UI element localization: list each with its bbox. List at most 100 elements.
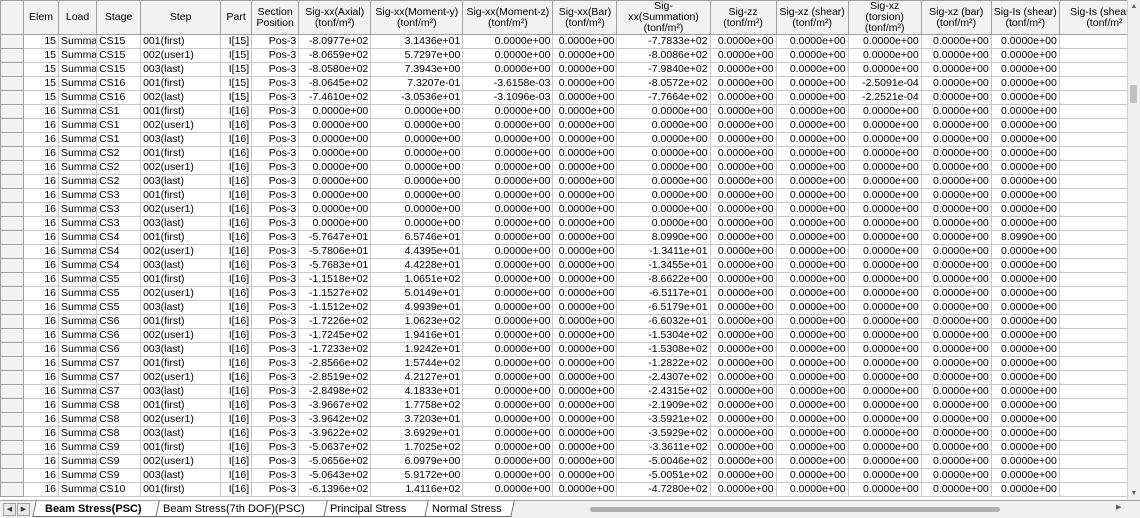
cell-elem[interactable]: 16 [23,384,60,399]
cell-sig-xz-shear[interactable]: 0.0000e+00 [775,62,849,77]
cell-section-position[interactable]: Pos-3 [251,440,300,455]
table-row[interactable]: 16 Summa CS6 002(user1) I[16] Pos-3 -1.7245e+0… [0,328,1127,343]
tab-prev-icon[interactable]: ◀ [3,503,16,516]
cell-sig-is-shear[interactable]: 0.0000e+00 [990,244,1060,259]
cell-elem[interactable]: 16 [23,314,60,329]
cell-sig-xz-torsion[interactable]: 0.0000e+00 [847,104,922,119]
cell-sig-zz[interactable]: 0.0000e+00 [709,440,777,455]
cell-section-position[interactable]: Pos-3 [251,244,300,259]
cell-sig-moment-y[interactable]: 3.7203e+01 [370,412,464,427]
cell-section-position[interactable]: Pos-3 [251,62,300,77]
cell-sig-is-shear-t[interactable]: 0.00 [1058,104,1127,119]
cell-sig-xz-torsion[interactable]: 0.0000e+00 [847,286,922,301]
cell-sig-moment-y[interactable]: 7.3207e-01 [370,76,464,91]
cell-part[interactable]: I[16] [220,146,253,161]
cell-sig-bar[interactable]: 0.0000e+00 [552,384,618,399]
cell-sig-summation[interactable]: 8.0990e+00 [616,230,711,245]
cell-sig-xz-torsion[interactable]: 0.0000e+00 [847,314,922,329]
cell-sig-is-shear-t[interactable]: 0.00 [1058,48,1127,63]
cell-sig-moment-y[interactable]: 3.6929e+01 [370,426,464,441]
cell-sig-xz-shear[interactable]: 0.0000e+00 [775,398,849,413]
cell-sig-is-shear-t[interactable]: 0.00 [1058,118,1127,133]
table-row[interactable]: 16 Summa CS5 001(first) I[16] Pos-3 -1.1518e+0… [0,272,1127,287]
cell-sig-summation[interactable]: -2.1909e+02 [616,398,711,413]
table-row[interactable]: 16 Summa CS4 001(first) I[16] Pos-3 -5.7647e+0… [0,230,1127,245]
cell-stage[interactable]: CS4 [96,244,142,259]
cell-sig-is-shear-t[interactable]: 0.00 [1058,216,1127,231]
column-header-part[interactable]: Part [220,0,253,35]
table-row[interactable]: 16 Summa CS9 002(user1) I[16] Pos-3 -5.0656e+0… [0,454,1127,469]
cell-sig-zz[interactable]: 0.0000e+00 [709,454,777,469]
cell-load[interactable]: Summa [58,244,98,259]
cell-sig-zz[interactable]: 0.0000e+00 [709,272,777,287]
cell-sig-moment-y[interactable]: 0.0000e+00 [370,188,464,203]
cell-part[interactable]: I[16] [220,384,253,399]
cell-sig-bar[interactable]: 0.0000e+00 [552,48,618,63]
cell-section-position[interactable]: Pos-3 [251,146,300,161]
cell-stage[interactable]: CS5 [96,272,142,287]
cell-stage[interactable]: CS7 [96,370,142,385]
cell-sig-moment-z[interactable]: 0.0000e+00 [462,202,554,217]
cell-elem[interactable]: 16 [23,188,60,203]
cell-step[interactable]: 003(last) [140,384,222,399]
cell-sig-xz-bar[interactable]: 0.0000e+00 [920,34,992,49]
cell-sig-summation[interactable]: -1.5308e+02 [616,342,711,357]
cell-sig-xz-shear[interactable]: 0.0000e+00 [775,384,849,399]
table-row[interactable]: 16 Summa CS8 002(user1) I[16] Pos-3 -3.9642e+0… [0,412,1127,427]
cell-sig-summation[interactable]: -2.4307e+02 [616,370,711,385]
cell-stage[interactable]: CS1 [96,118,142,133]
cell-sig-is-shear[interactable]: 0.0000e+00 [990,104,1060,119]
cell-sig-zz[interactable]: 0.0000e+00 [709,398,777,413]
cell-load[interactable]: Summa [58,440,98,455]
cell-load[interactable]: Summa [58,202,98,217]
row-header[interactable] [0,90,25,105]
cell-sig-is-shear[interactable]: 0.0000e+00 [990,188,1060,203]
cell-sig-xz-bar[interactable]: 0.0000e+00 [920,426,992,441]
cell-sig-is-shear-t[interactable]: 0.00 [1058,398,1127,413]
cell-step[interactable]: 002(user1) [140,118,222,133]
cell-section-position[interactable]: Pos-3 [251,370,300,385]
tab-next-icon[interactable]: ▶ [17,503,30,516]
cell-sig-zz[interactable]: 0.0000e+00 [709,300,777,315]
cell-sig-moment-y[interactable]: 1.7025e+02 [370,440,464,455]
cell-section-position[interactable]: Pos-3 [251,454,300,469]
cell-sig-xz-shear[interactable]: 0.0000e+00 [775,370,849,385]
cell-sig-is-shear[interactable]: 0.0000e+00 [990,258,1060,273]
cell-sig-bar[interactable]: 0.0000e+00 [552,118,618,133]
cell-section-position[interactable]: Pos-3 [251,216,300,231]
cell-sig-bar[interactable]: 0.0000e+00 [552,300,618,315]
cell-sig-zz[interactable]: 0.0000e+00 [709,384,777,399]
cell-sig-bar[interactable]: 0.0000e+00 [552,356,618,371]
cell-load[interactable]: Summa [58,174,98,189]
cell-sig-bar[interactable]: 0.0000e+00 [552,146,618,161]
cell-sig-zz[interactable]: 0.0000e+00 [709,412,777,427]
cell-elem[interactable]: 16 [23,300,60,315]
cell-stage[interactable]: CS5 [96,286,142,301]
cell-sig-is-shear[interactable]: 0.0000e+00 [990,132,1060,147]
cell-section-position[interactable]: Pos-3 [251,160,300,175]
cell-sig-xz-bar[interactable]: 0.0000e+00 [920,202,992,217]
cell-step[interactable]: 002(user1) [140,160,222,175]
cell-section-position[interactable]: Pos-3 [251,174,300,189]
cell-sig-xz-shear[interactable]: 0.0000e+00 [775,118,849,133]
cell-sig-xz-shear[interactable]: 0.0000e+00 [775,286,849,301]
cell-sig-zz[interactable]: 0.0000e+00 [709,160,777,175]
cell-part[interactable]: I[16] [220,160,253,175]
cell-sig-is-shear-t[interactable]: 0.00 [1058,160,1127,175]
cell-sig-xz-shear[interactable]: 0.0000e+00 [775,356,849,371]
cell-sig-xz-shear[interactable]: 0.0000e+00 [775,482,849,497]
cell-section-position[interactable]: Pos-3 [251,286,300,301]
column-header-stage[interactable]: Stage [96,0,142,35]
table-row[interactable]: 16 Summa CS8 001(first) I[16] Pos-3 -3.9667e+0… [0,398,1127,413]
cell-sig-xz-bar[interactable]: 0.0000e+00 [920,328,992,343]
cell-sig-moment-z[interactable]: 0.0000e+00 [462,258,554,273]
cell-sig-zz[interactable]: 0.0000e+00 [709,230,777,245]
cell-elem[interactable]: 16 [23,454,60,469]
cell-stage[interactable]: CS2 [96,160,142,175]
cell-sig-zz[interactable]: 0.0000e+00 [709,132,777,147]
cell-sig-xz-torsion[interactable]: 0.0000e+00 [847,328,922,343]
cell-step[interactable]: 001(first) [140,188,222,203]
cell-sig-axial[interactable]: 0.0000e+00 [298,132,372,147]
cell-sig-zz[interactable]: 0.0000e+00 [709,314,777,329]
cell-sig-is-shear-t[interactable]: 0.00 [1058,342,1127,357]
